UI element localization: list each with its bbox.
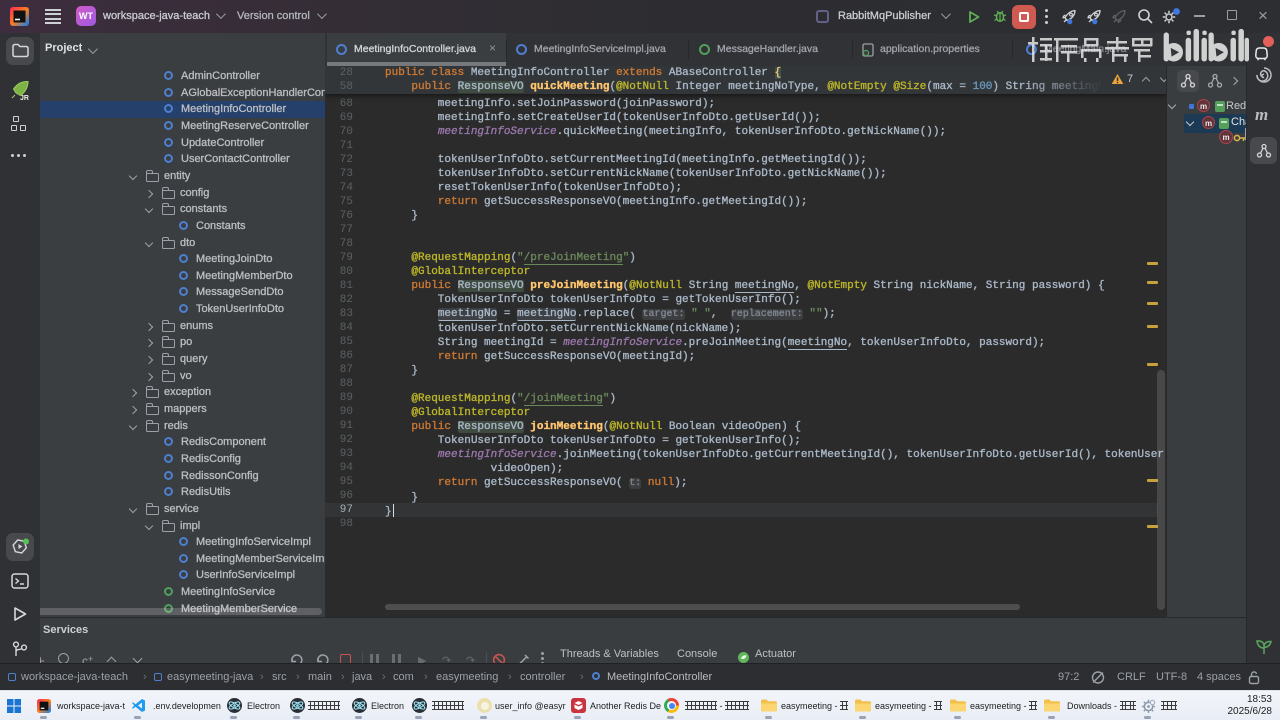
svg-text:JR: JR	[20, 95, 29, 102]
